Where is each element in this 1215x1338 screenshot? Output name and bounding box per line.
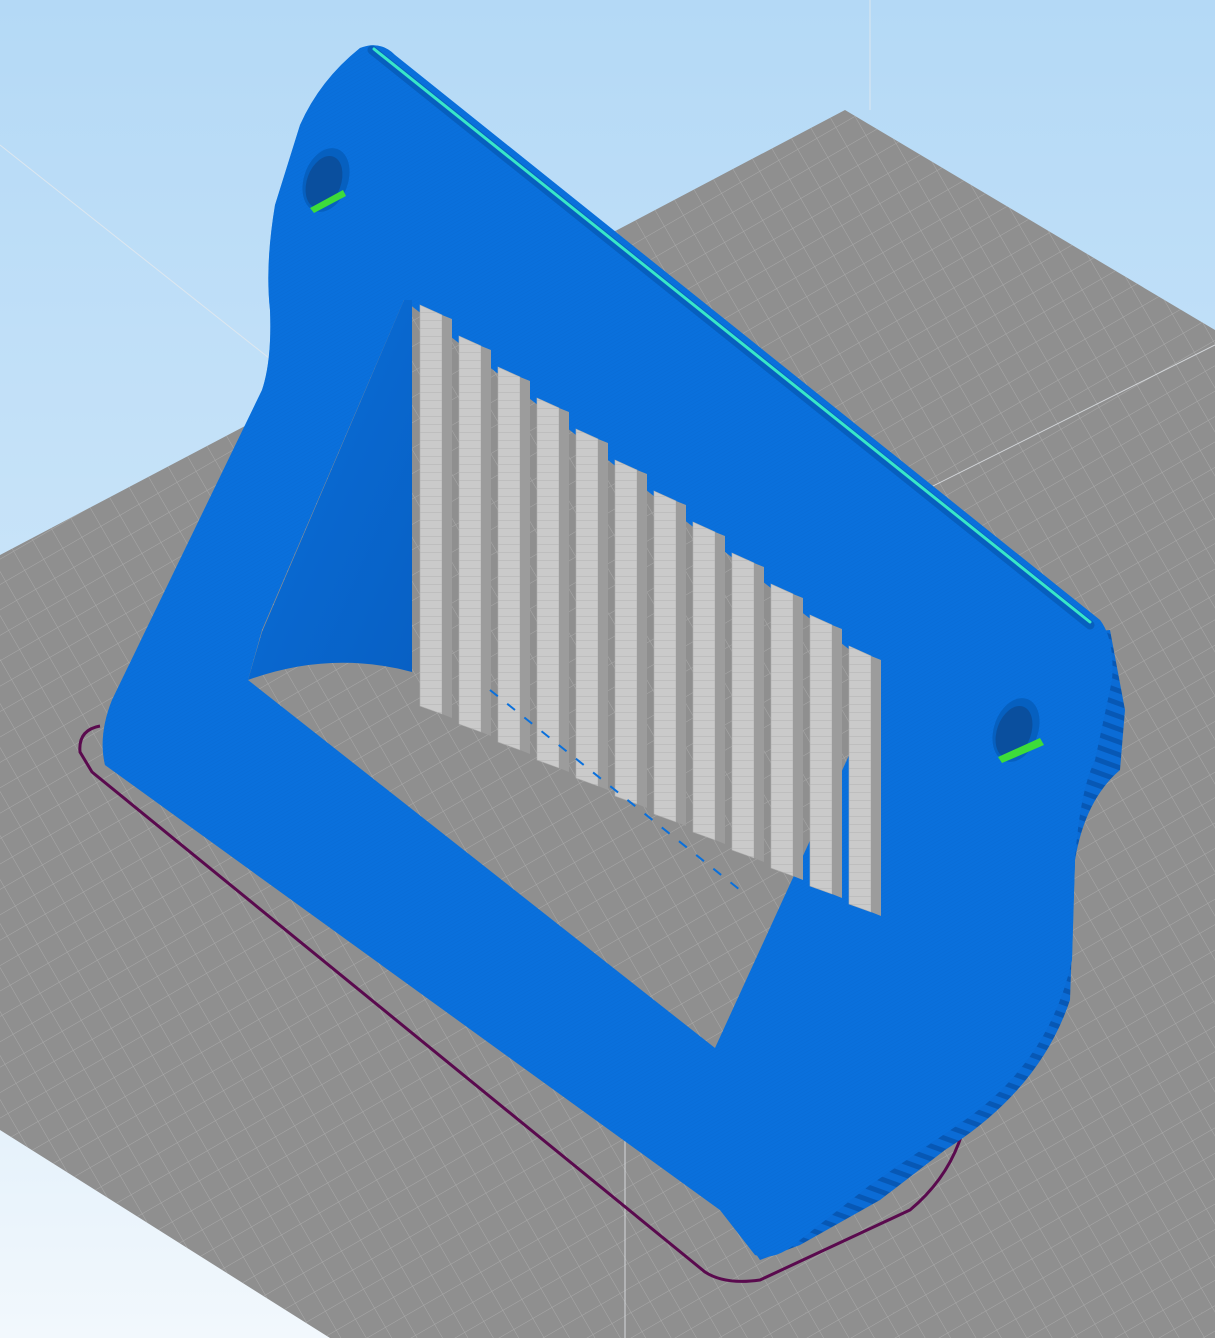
scene-canvas[interactable] [0,0,1215,1338]
support-wall-shadow [715,532,725,844]
support-wall-shadow [871,656,881,916]
support-wall [419,304,443,715]
support-wall [614,459,638,805]
support-wall-shadow [598,439,608,790]
support-wall-shadow [559,408,569,772]
support-wall-shadow [832,625,842,898]
support-wall-shadow [793,594,803,880]
support-wall [692,521,716,841]
support-wall [575,428,599,787]
support-wall [653,490,677,823]
support-wall [770,583,794,877]
support-wall [809,614,833,895]
support-wall-shadow [676,501,686,826]
support-wall-shadow [442,315,452,718]
support-wall [848,645,872,913]
3d-viewport[interactable] [0,0,1215,1338]
support-wall [458,335,482,733]
support-wall-shadow [481,346,491,736]
support-wall-shadow [754,563,764,862]
support-wall [536,397,560,769]
support-wall [731,552,755,859]
support-wall-shadow [520,377,530,754]
support-wall [497,366,521,751]
support-wall-shadow [637,470,647,808]
